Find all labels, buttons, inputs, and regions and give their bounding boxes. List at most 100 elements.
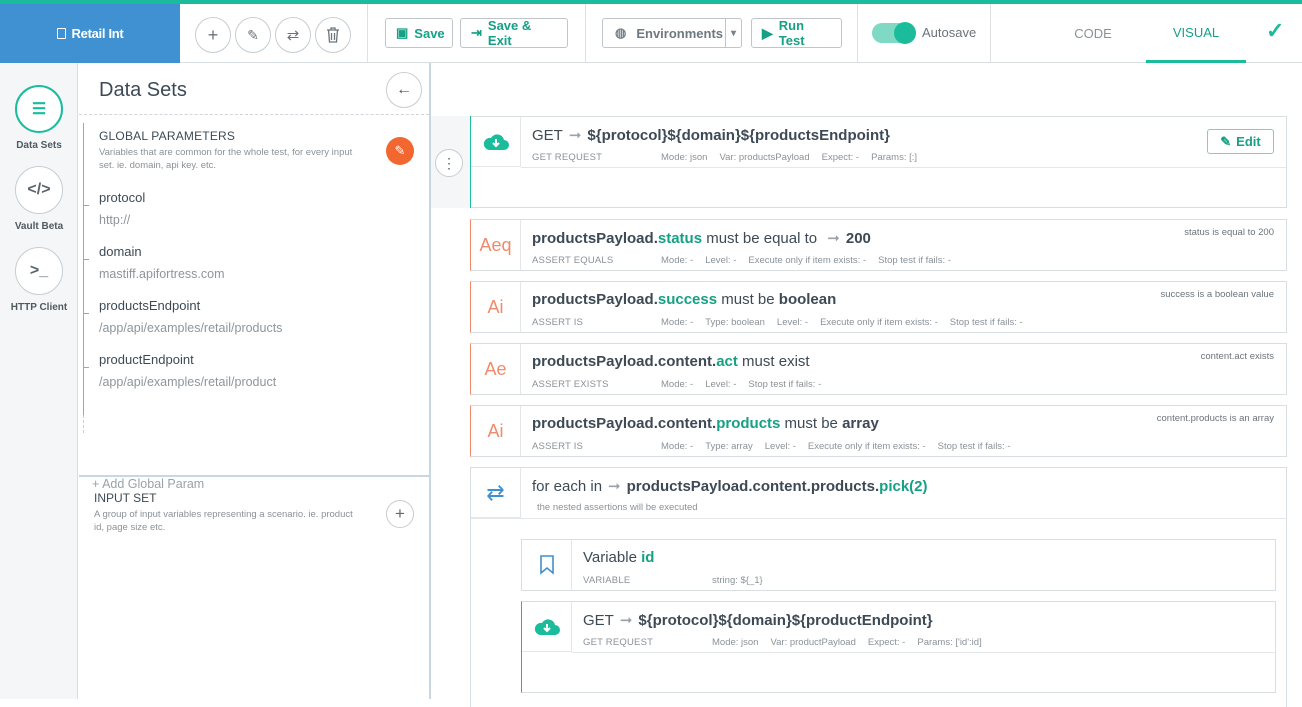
divider [857,4,858,63]
edit-global-params-button[interactable]: ✎ [386,137,414,165]
meta-item: Level: - [705,379,737,390]
expression-object: productsPayload. [532,230,658,247]
param-tick [83,205,89,206]
param-value: /app/api/examples/retail/products [99,321,283,335]
swap-icon: ⇄ [286,27,300,44]
assertion-meta: ASSERT IS Mode: - Type: boolean Level: - Exe… [532,317,1035,328]
request-url: ${protocol}${domain}${productsEndpoint} [587,127,890,144]
autosave-toggle[interactable] [872,22,916,44]
assert-equals-card[interactable]: Aeq productsPayload.status must be equal… [470,219,1287,271]
meta-expect: Expect: - [821,152,860,163]
save-exit-button[interactable]: ⇥ Save & Exit [460,18,568,48]
collapse-panel-button[interactable]: ← [386,72,422,108]
assert-exists-icon: Ae [471,344,521,394]
get-request-card[interactable]: GET ➞ ${protocol}${domain}${productsEndpoi… [471,116,1287,208]
meta-item: Mode: - [661,255,694,266]
meta-var: Var: productsPayload [719,152,810,163]
run-test-label: Run Test [778,18,805,48]
assertion-verb: must be [780,415,843,432]
param-item[interactable]: protocol http:// [99,190,145,227]
assertion-text: productsPayload.content.products must be… [532,415,879,432]
get-request-title: GET ➞ ${protocol}${domain}${productsEndpoi… [532,126,890,144]
assert-is-card[interactable]: Ai productsPayload.content.products must… [470,405,1287,457]
panel-title: Data Sets [99,79,187,101]
param-item[interactable]: domain mastiff.apifortress.com [99,244,225,281]
save-label: Save [414,25,445,41]
expression-object: productsPayload. [532,291,658,308]
more-options-button[interactable]: ⋮ [435,149,463,177]
param-item[interactable]: productsEndpoint /app/api/examples/retai… [99,298,282,335]
divider [585,4,586,63]
divider [990,4,991,63]
list-icon: ☰ [15,85,63,133]
assert-exists-card[interactable]: Ae productsPayload.content.act must exis… [470,343,1287,395]
arrow-right-icon: ➞ [827,230,840,247]
cloud-download-icon [522,602,572,652]
nav-data-sets[interactable]: ☰ Data Sets [0,85,78,151]
assert-is-card[interactable]: Ai productsPayload.success must be boole… [470,281,1287,333]
assertion-comment: content.act exists [1200,351,1274,362]
component-label: ASSERT IS [532,317,584,328]
arrow-left-icon: ← [396,81,412,98]
nav-http-client[interactable]: >_ HTTP Client [0,247,78,313]
save-button[interactable]: ▣ Save [385,18,453,48]
param-tick [83,259,89,260]
edit-button[interactable]: ✎ [235,17,271,53]
meta-item: Mode: - [661,317,694,328]
document-icon [56,28,66,39]
assertion-value: array [842,415,879,432]
variable-meta: VARIABLE string: ${_1} [583,575,775,586]
tab-visual[interactable]: VISUAL [1146,4,1246,63]
get-request-meta: GET REQUEST Mode: json Var: productsPayloa… [532,152,929,163]
for-each-note: the nested assertions will be executed [537,502,698,513]
param-tick [83,367,89,368]
edit-request-button[interactable]: ✎ Edit [1207,129,1274,154]
code-icon: </> [15,166,63,214]
input-set-desc: A group of input variables representing … [94,509,353,533]
meta-item: Mode: - [661,441,694,452]
test-name-tab[interactable]: Retail Int [0,4,180,63]
assertion-comment: success is a boolean value [1160,289,1274,300]
delete-button[interactable] [315,17,351,53]
get-request-card[interactable]: GET ➞ ${protocol}${domain}${productEndpoin… [521,601,1276,693]
for-each-card[interactable]: ⇄ for each in ➞ productsPayload.content.pr… [470,467,1287,707]
add-component-button[interactable]: + [195,17,231,53]
swap-button[interactable]: ⇄ [275,17,311,53]
plus-icon: + [207,24,219,45]
toggle-knob [894,22,916,44]
add-input-set-button[interactable]: + [386,500,414,528]
nav-label: HTTP Client [10,302,68,313]
expression-field: pick(2) [879,478,928,495]
component-label: VARIABLE [583,575,631,586]
meta-item: Stop test if fails: - [878,255,951,266]
meta-item: Stop test if fails: - [748,379,822,390]
checkmark-icon[interactable]: ✓ [1266,18,1284,44]
test-name: Retail Int [71,26,124,41]
nav-vault[interactable]: </> Vault Beta [0,166,78,232]
section-bar-dashed [83,415,84,433]
variable-card[interactable]: Variable id VARIABLE string: ${_1} [521,539,1276,591]
chevron-down-icon[interactable]: ▾ [725,19,741,47]
global-params-title: GLOBAL PARAMETERS [99,129,236,143]
meta-var: Var: productPayload [770,637,856,648]
component-label: ASSERT IS [532,441,584,452]
save-exit-label: Save & Exit [487,18,532,48]
tab-code[interactable]: CODE [1043,4,1143,63]
meta-item: Level: - [764,441,796,452]
param-tick [83,313,89,314]
component-label: GET REQUEST [583,637,654,648]
assert-equals-icon: Aeq [471,220,521,270]
run-test-button[interactable]: ▶ Run Test [751,18,842,48]
expression-object: productsPayload.content. [532,353,717,370]
divider [367,4,368,63]
edit-label: Edit [1236,134,1261,149]
assertion-meta: ASSERT IS Mode: - Type: array Level: - Execu… [532,441,1023,452]
param-item[interactable]: productEndpoint /app/api/examples/retail… [99,352,276,389]
divider [521,167,1287,168]
environments-select[interactable]: ◍ Environments ▾ [602,18,742,48]
divider [471,518,1287,519]
variable-prefix: Variable [583,549,642,566]
param-value: http:// [99,213,131,227]
visual-canvas: ⋮ GET ➞ ${protocol}${domain}${productsEndp… [431,63,1302,707]
meta-item: Execute only if item exists: - [807,441,926,452]
